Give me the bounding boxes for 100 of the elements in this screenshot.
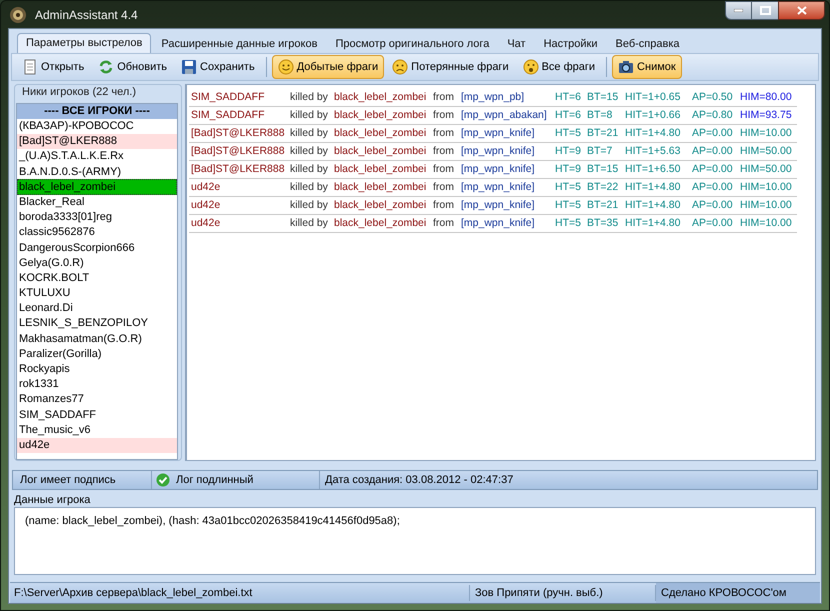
- player-list-item[interactable]: B.A.N.D.0.S-(ARMY): [17, 164, 177, 180]
- signature-status: Лог имеет подпись: [13, 471, 152, 489]
- victim-name: ud42e: [190, 198, 222, 213]
- toolbar-button[interactable]: Все фраги: [516, 55, 602, 79]
- log-verb: from: [433, 126, 455, 141]
- stat-value: AP=0.00: [692, 198, 734, 213]
- maximize-button[interactable]: [752, 1, 778, 20]
- killer-name: black_lebel_zombei: [334, 144, 428, 159]
- victim-name: SIM_SADDAFF: [190, 108, 266, 123]
- stat-value: AP=0.00: [692, 180, 734, 195]
- weapon-name: [mp_wpn_knife]: [461, 162, 536, 177]
- player-list-item[interactable]: [Bad]ST@LKER888: [17, 134, 177, 150]
- player-list-item[interactable]: Rockyapis: [17, 362, 177, 377]
- player-list-item[interactable]: classic9562876: [17, 225, 177, 240]
- minimize-icon: [734, 9, 743, 12]
- close-icon: [796, 6, 806, 15]
- toolbar-button[interactable]: Сохранить: [175, 55, 261, 79]
- player-list-item[interactable]: DangerousScorpion666: [17, 240, 177, 256]
- killer-name: black_lebel_zombei: [334, 162, 428, 177]
- log-verb: from: [433, 90, 455, 105]
- player-list-item[interactable]: Leonard.Di: [17, 300, 177, 316]
- player-list-item[interactable]: KTULUXU: [17, 286, 177, 301]
- minimize-button[interactable]: [725, 1, 752, 20]
- player-list-item[interactable]: The_music_v6: [17, 422, 177, 438]
- player-list-item[interactable]: black_lebel_zombei: [17, 179, 177, 195]
- weapon-name: [mp_wpn_knife]: [461, 126, 536, 141]
- player-list-item[interactable]: boroda3333[01]reg: [17, 210, 177, 225]
- authenticity-status: Лог подлинный: [176, 472, 254, 488]
- toolbar-button[interactable]: Открыть: [16, 55, 90, 79]
- stat-value: HIM=10.00: [740, 198, 792, 213]
- tab[interactable]: Просмотр оригинального лога: [327, 35, 498, 53]
- player-list-item[interactable]: LESNIK_S_BENZOPILOY: [17, 316, 177, 332]
- stat-value: HIT=1+0.66: [625, 108, 682, 123]
- log-verb: from: [433, 180, 455, 195]
- close-button[interactable]: [778, 1, 825, 20]
- surprised-face-icon: [522, 59, 539, 75]
- victim-name: ud42e: [190, 180, 222, 195]
- stat-value: HT=5: [555, 126, 582, 141]
- player-list-item[interactable]: rok1331: [17, 376, 177, 392]
- stat-value: BT=35: [587, 216, 620, 231]
- tab[interactable]: Настройки: [536, 35, 606, 53]
- stat-value: HIT=1+4.80: [625, 180, 682, 195]
- victim-name: SIM_SADDAFF: [190, 90, 266, 105]
- player-list-item[interactable]: (КВАЗАР)-КРОВОСОС: [17, 118, 177, 134]
- player-list-item[interactable]: KOCRK.BOLT: [17, 270, 177, 286]
- victim-name: [Bad]ST@LKER888: [190, 162, 286, 177]
- log-verb: killed by: [290, 180, 329, 195]
- log-verb: from: [433, 198, 455, 213]
- log-verb: killed by: [290, 108, 329, 123]
- weapon-name: [mp_wpn_knife]: [461, 180, 536, 195]
- refresh-icon: [98, 59, 114, 75]
- victim-name: [Bad]ST@LKER888: [190, 126, 286, 141]
- weapon-name: [mp_wpn_abakan]: [461, 108, 548, 123]
- stat-value: AP=0.00: [692, 144, 734, 159]
- stat-value: HT=5: [555, 216, 582, 231]
- window-title: AdminAssistant 4.4: [35, 6, 138, 24]
- tab[interactable]: Параметры выстрелов: [17, 33, 152, 53]
- killer-name: black_lebel_zombei: [334, 216, 428, 231]
- log-verb: killed by: [290, 144, 329, 159]
- player-list-item[interactable]: _(U.A)S.T.A.L.K.E.Rx: [17, 149, 177, 164]
- toolbar-button[interactable]: Снимок: [612, 55, 682, 79]
- stat-value: AP=0.80: [692, 108, 734, 123]
- tab[interactable]: Веб-справка: [608, 35, 688, 53]
- log-verb: killed by: [290, 90, 329, 105]
- stat-value: AP=0.00: [692, 216, 734, 231]
- stat-value: HT=6: [555, 90, 582, 105]
- toolbar-button[interactable]: Потерянные фраги: [386, 55, 515, 79]
- app-icon: [9, 6, 27, 24]
- tab[interactable]: Расширенные данные игроков: [153, 35, 326, 53]
- victim-name: [Bad]ST@LKER888: [190, 144, 286, 159]
- document-icon: [22, 59, 38, 75]
- creation-date: Дата создания: 03.08.2012 - 02:47:37: [324, 472, 514, 488]
- stat-value: HIT=1+4.80: [625, 216, 682, 231]
- player-list[interactable]: [16, 102, 178, 460]
- toolbar-button[interactable]: Добытые фраги: [272, 55, 384, 79]
- stat-value: HIM=10.00: [740, 126, 792, 141]
- log-verb: killed by: [290, 126, 329, 141]
- credit-text: Сделано КРОВОСОС'ом: [656, 583, 820, 603]
- weapon-name: [mp_wpn_knife]: [461, 216, 536, 231]
- player-list-item[interactable]: Paralizer(Gorilla): [17, 346, 177, 362]
- log-verb: from: [433, 108, 455, 123]
- player-list-item[interactable]: Blacker_Real: [17, 194, 177, 210]
- tab[interactable]: Чат: [499, 35, 534, 53]
- stat-value: HT=5: [555, 180, 582, 195]
- stat-value: HT=5: [555, 198, 582, 213]
- player-list-item[interactable]: ud42e: [17, 438, 177, 453]
- player-data-text: (name: black_lebel_zombei), (hash: 43a01bcc02026358419c41456f0d95a8);: [25, 515, 400, 527]
- stat-value: BT=8: [587, 108, 614, 123]
- stat-value: BT=15: [587, 162, 620, 177]
- player-list-item[interactable]: SIM_SADDAFF: [17, 407, 177, 422]
- killer-name: black_lebel_zombei: [334, 198, 428, 213]
- player-list-item[interactable]: ---- ВСЕ ИГРОКИ ----: [17, 104, 177, 119]
- player-list-item[interactable]: Gelya(G.0.R): [17, 255, 177, 271]
- toolbar-button[interactable]: Обновить: [92, 55, 174, 79]
- stat-value: BT=21: [587, 198, 620, 213]
- player-list-item[interactable]: Makhasamatman(G.O.R): [17, 331, 177, 346]
- stat-value: HT=9: [555, 144, 582, 159]
- sad-face-icon: [392, 59, 408, 75]
- weapon-name: [mp_wpn_pb]: [461, 90, 526, 105]
- player-list-item[interactable]: Romanzes77: [17, 392, 177, 408]
